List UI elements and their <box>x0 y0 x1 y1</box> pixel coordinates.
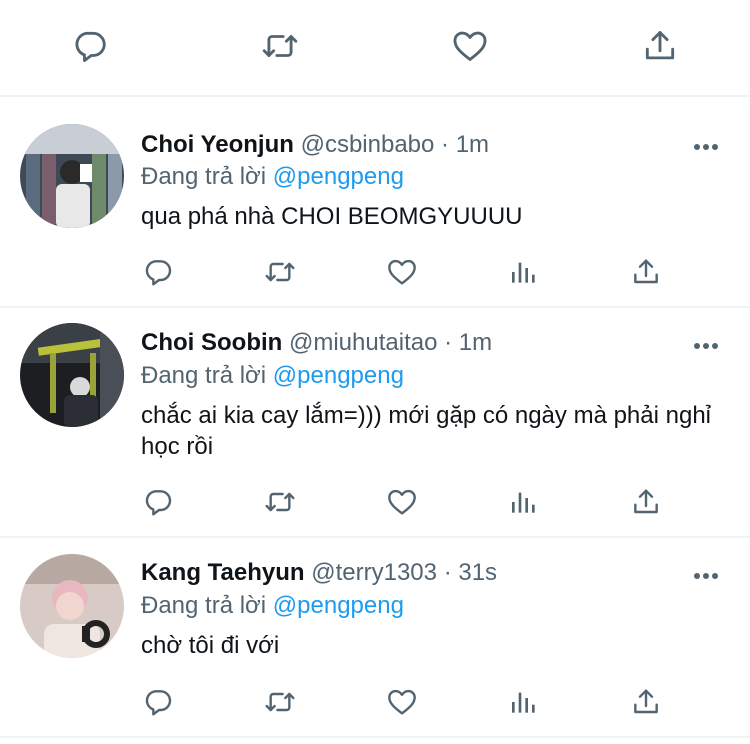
share-icon[interactable] <box>630 486 662 518</box>
replying-to: Đang trả lời @pengpeng <box>141 592 404 620</box>
replying-to-label: Đang trả lời <box>141 362 267 389</box>
tweet-reply[interactable]: Choi Yeonjun @csbinbabo · 1m Đang trả lờ… <box>0 97 750 308</box>
replying-to-label: Đang trả lời <box>141 163 267 190</box>
top-action-bar <box>0 0 750 97</box>
reply-icon[interactable] <box>142 256 174 288</box>
display-name[interactable]: Choi Soobin <box>141 329 282 356</box>
like-icon[interactable] <box>386 686 418 718</box>
display-name[interactable]: Choi Yeonjun <box>141 131 294 158</box>
replying-to: Đang trả lời @pengpeng <box>141 362 404 390</box>
tweet-header: Kang Taehyun @terry1303 · 31s <box>141 559 497 587</box>
analytics-icon[interactable] <box>508 486 540 518</box>
username[interactable]: @terry1303 <box>311 559 437 586</box>
tweet-header: Choi Soobin @miuhutaitao · 1m <box>141 329 492 357</box>
username[interactable]: @miuhutaitao <box>289 329 437 356</box>
avatar[interactable] <box>20 554 124 658</box>
mention-link[interactable]: @pengpeng <box>273 362 404 389</box>
timestamp[interactable]: 1m <box>459 329 492 356</box>
retweet-icon[interactable] <box>261 27 299 65</box>
separator-dot: · <box>441 131 450 158</box>
like-icon[interactable] <box>386 486 418 518</box>
like-icon[interactable] <box>386 256 418 288</box>
avatar[interactable] <box>20 124 124 228</box>
replying-to: Đang trả lời @pengpeng <box>141 163 404 191</box>
timestamp[interactable]: 1m <box>456 131 489 158</box>
tweet-text: chắc ai kia cay lắm=))) mới gặp có ngày … <box>141 402 711 460</box>
retweet-icon[interactable] <box>264 486 296 518</box>
display-name[interactable]: Kang Taehyun <box>141 559 305 586</box>
reply-icon[interactable] <box>142 486 174 518</box>
retweet-icon[interactable] <box>264 686 296 718</box>
reply-icon[interactable] <box>142 686 174 718</box>
retweet-icon[interactable] <box>264 256 296 288</box>
share-icon[interactable] <box>630 686 662 718</box>
share-icon[interactable] <box>641 27 679 65</box>
analytics-icon[interactable] <box>508 256 540 288</box>
replying-to-label: Đang trả lời <box>141 592 267 619</box>
mention-link[interactable]: @pengpeng <box>273 592 404 619</box>
avatar[interactable] <box>20 323 124 427</box>
reply-icon[interactable] <box>71 27 109 65</box>
more-options-icon[interactable] <box>694 566 724 579</box>
tweet-reply[interactable]: Kang Taehyun @terry1303 · 31s Đang trả l… <box>0 538 750 738</box>
separator-dot: · <box>444 329 453 356</box>
tweet-text: qua phá nhà CHOI BEOMGYUUUU <box>141 203 523 230</box>
username[interactable]: @csbinbabo <box>301 131 435 158</box>
tweet-text: chờ tôi đi với <box>141 632 280 659</box>
timestamp[interactable]: 31s <box>458 559 497 586</box>
more-options-icon[interactable] <box>694 137 724 150</box>
like-icon[interactable] <box>451 27 489 65</box>
tweet-reply[interactable]: Choi Soobin @miuhutaitao · 1m Đang trả l… <box>0 308 750 538</box>
separator-dot: · <box>443 559 452 586</box>
tweet-header: Choi Yeonjun @csbinbabo · 1m <box>141 131 489 159</box>
share-icon[interactable] <box>630 256 662 288</box>
mention-link[interactable]: @pengpeng <box>273 163 404 190</box>
analytics-icon[interactable] <box>508 686 540 718</box>
more-options-icon[interactable] <box>694 336 724 349</box>
